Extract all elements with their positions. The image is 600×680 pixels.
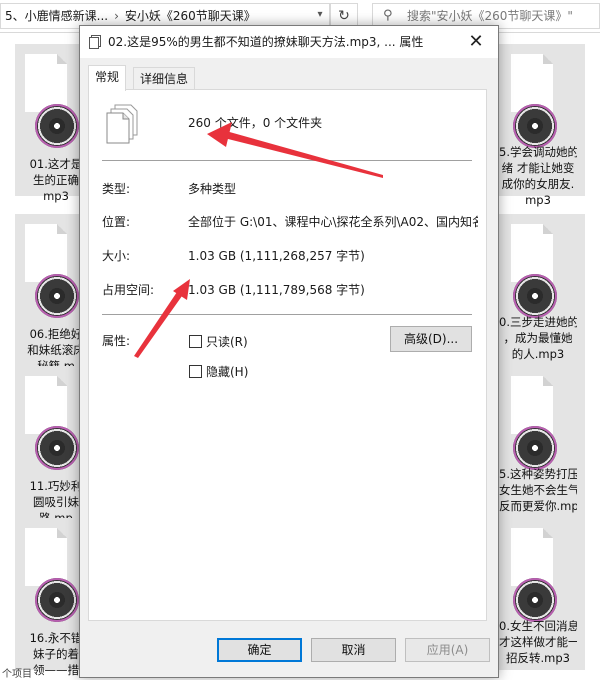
apply-button[interactable]: 应用(A): [405, 638, 490, 662]
readonly-label: 只读(R): [206, 335, 248, 349]
location-value[interactable]: 全部位于 G:\01、课程中心\探花全系列\A02、国内知名: [188, 213, 478, 230]
size-on-disk-label: 占用空间:: [102, 283, 155, 297]
file-tile[interactable]: 5.学会调动她的绪 才能让她变 成你的女朋友. mp3: [497, 44, 585, 207]
music-disc-icon: [35, 426, 79, 470]
file-tile[interactable]: 0.女生不回消息 才这样做才能一 招反转.mp3: [497, 518, 585, 670]
size-label: 大小:: [102, 249, 131, 263]
tab-general[interactable]: 常规: [88, 65, 127, 91]
breadcrumb-item[interactable]: 安小妖《260节聊天课》: [125, 9, 256, 23]
advanced-button[interactable]: 高级(D)...: [390, 326, 472, 352]
type-value: 多种类型: [188, 182, 237, 196]
ok-button[interactable]: 确定: [217, 638, 302, 662]
close-icon[interactable]: ✕: [456, 26, 496, 58]
checkbox-box[interactable]: [189, 335, 202, 348]
file-icon: [25, 54, 67, 112]
music-disc-icon: [35, 274, 79, 318]
type-label: 类型:: [102, 182, 131, 196]
file-icon: [25, 376, 67, 434]
music-disc-icon: [513, 578, 557, 622]
hidden-checkbox[interactable]: 隐藏(H): [189, 365, 248, 381]
tab-details[interactable]: 详细信息: [133, 67, 196, 90]
file-tile[interactable]: 0.三步走进她的 ，成为最懂她 的人.mp3: [497, 214, 585, 366]
file-tile[interactable]: 5.这种姿势打压女生她不会生气反而更爱你.mp3: [497, 366, 585, 518]
file-name: 5.这种姿势打压女生她不会生气反而更爱你.mp3: [499, 467, 577, 513]
hidden-label: 隐藏(H): [206, 365, 249, 379]
readonly-checkbox[interactable]: 只读(R): [189, 335, 248, 351]
file-icon: [25, 528, 67, 586]
divider: [102, 160, 472, 161]
location-label: 位置:: [102, 215, 131, 229]
multiple-files-icon: [106, 104, 138, 144]
files-icon: [89, 35, 101, 49]
file-name: 0.女生不回消息 才这样做才能一 招反转.mp3: [499, 619, 577, 665]
breadcrumb-item[interactable]: 5、小鹿情感新课...: [5, 9, 108, 23]
chevron-right-icon: ›: [114, 9, 119, 23]
size-on-disk-value: 1.03 GB (1,111,789,568 字节): [188, 283, 365, 297]
music-disc-icon: [35, 104, 79, 148]
checkbox-box[interactable]: [189, 365, 202, 378]
general-panel: 260 个文件，0 个文件夹 类型: 多种类型 位置: 全部位于 G:\01、课…: [88, 89, 487, 621]
properties-dialog: 02.这是95%的男生都不知道的撩妹聊天方法.mp3, ... 属性 ✕ 常规 …: [79, 25, 499, 678]
size-value: 1.03 GB (1,111,268,257 字节): [188, 249, 365, 263]
music-disc-icon: [513, 274, 557, 318]
attributes-label: 属性:: [102, 334, 131, 348]
cancel-button[interactable]: 取消: [311, 638, 396, 662]
file-name: 5.学会调动她的绪 才能让她变 成你的女朋友. mp3: [499, 145, 577, 207]
dialog-titlebar[interactable]: 02.这是95%的男生都不知道的撩妹聊天方法.mp3, ... 属性 ✕: [80, 26, 498, 58]
music-disc-icon: [513, 426, 557, 470]
selection-summary: 260 个文件，0 个文件夹: [188, 116, 323, 130]
divider: [102, 314, 472, 315]
file-name: 0.三步走进她的 ，成为最懂她 的人.mp3: [499, 315, 577, 361]
music-disc-icon: [35, 578, 79, 622]
file-icon: [25, 224, 67, 282]
dialog-title: 02.这是95%的男生都不知道的撩妹聊天方法.mp3, ... 属性: [108, 35, 424, 49]
music-disc-icon: [513, 104, 557, 148]
search-placeholder: 搜索"安小妖《260节聊天课》": [407, 9, 573, 23]
